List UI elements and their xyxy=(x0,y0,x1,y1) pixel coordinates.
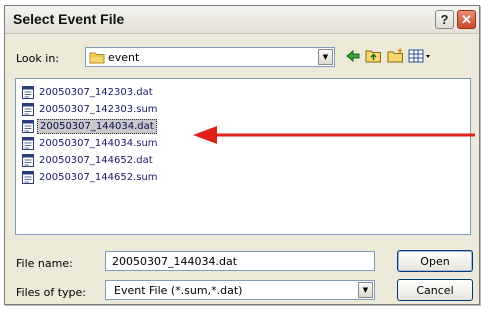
file-icon xyxy=(22,171,34,184)
new-folder-button[interactable] xyxy=(385,47,405,67)
file-item[interactable]: 20050307_142303.dat xyxy=(22,85,155,100)
file-type-label: Files of type: xyxy=(16,286,87,299)
file-icon xyxy=(22,103,34,116)
file-name: 20050307_144034.sum xyxy=(39,138,158,149)
look-in-dropdown[interactable]: event ▼ xyxy=(85,47,335,67)
view-menu-button[interactable] xyxy=(407,47,433,67)
file-name: 20050307_144652.dat xyxy=(39,155,153,166)
open-button[interactable]: Open xyxy=(397,250,473,272)
file-name: 20050307_144034.dat xyxy=(37,119,157,134)
file-item[interactable]: 20050307_144652.dat xyxy=(22,153,155,168)
file-type-value: Event File (*.sum,*.dat) xyxy=(114,284,243,297)
chevron-down-icon[interactable]: ▼ xyxy=(318,49,333,65)
new-folder-icon xyxy=(387,48,404,66)
title-bar[interactable]: Select Event File ? ✕ xyxy=(5,6,479,34)
file-name: 20050307_142303.dat xyxy=(39,87,153,98)
dialog-title: Select Event File xyxy=(13,11,125,27)
file-icon xyxy=(22,154,34,167)
up-folder-icon xyxy=(365,48,382,66)
file-icon xyxy=(22,137,34,150)
look-in-label: Look in: xyxy=(16,52,59,65)
annotation-arrow-icon xyxy=(193,126,475,144)
view-menu-icon xyxy=(408,49,432,66)
file-name: 20050307_144652.sum xyxy=(39,172,158,183)
up-folder-button[interactable] xyxy=(363,47,383,67)
file-name-field[interactable]: 20050307_144034.dat xyxy=(105,251,375,271)
file-item[interactable]: 20050307_144034.sum xyxy=(22,136,160,151)
file-icon xyxy=(22,86,34,99)
file-item[interactable]: 20050307_144652.sum xyxy=(22,170,160,185)
close-button[interactable]: ✕ xyxy=(457,10,476,29)
file-type-dropdown[interactable]: Event File (*.sum,*.dat) ▼ xyxy=(105,280,375,300)
chevron-down-icon[interactable]: ▼ xyxy=(358,282,373,298)
look-in-value: event xyxy=(108,51,140,64)
select-event-file-dialog: Select Event File ? ✕ Look in: event ▼ 2… xyxy=(4,5,480,305)
folder-icon xyxy=(89,51,105,67)
file-item-selected[interactable]: 20050307_144034.dat xyxy=(22,119,157,134)
file-name-label: File name: xyxy=(16,257,73,270)
cancel-button[interactable]: Cancel xyxy=(397,279,473,301)
help-button[interactable]: ? xyxy=(435,10,454,29)
back-icon xyxy=(345,49,361,66)
back-button[interactable] xyxy=(343,47,363,67)
file-list[interactable]: 20050307_142303.dat 20050307_142303.sum … xyxy=(15,78,471,235)
file-icon xyxy=(22,120,34,133)
file-name: 20050307_142303.sum xyxy=(39,104,158,115)
file-item[interactable]: 20050307_142303.sum xyxy=(22,102,160,117)
